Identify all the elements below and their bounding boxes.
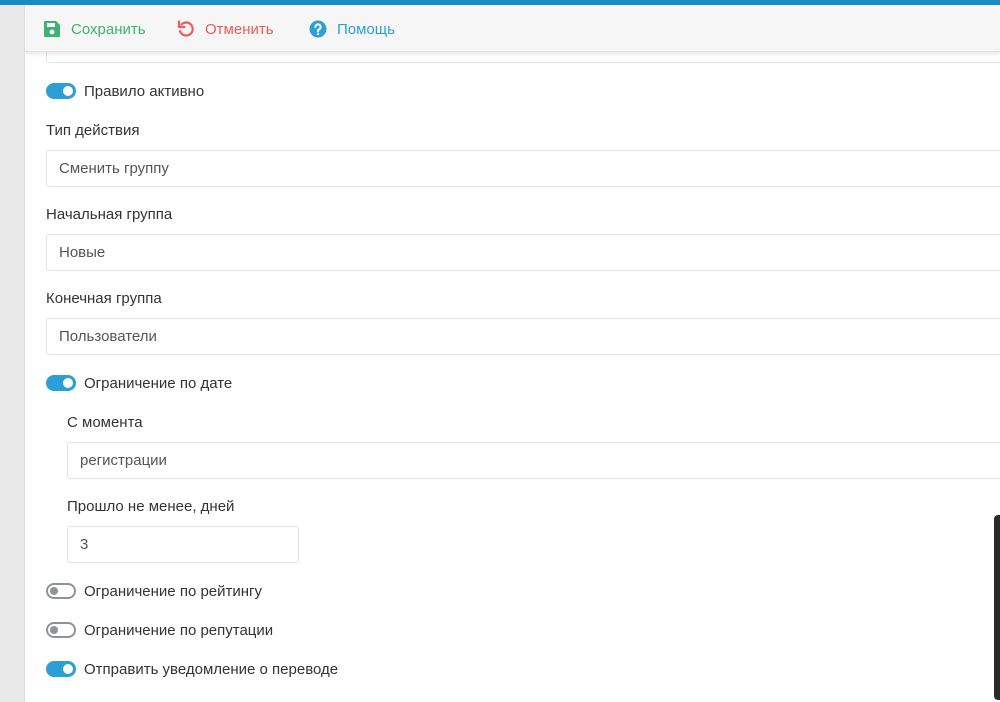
rating-limit-label: Ограничение по рейтингу [84, 582, 263, 600]
rule-edit-panel: Сохранить Отменить Помощь Правило активн… [24, 5, 1000, 702]
question-circle-icon [309, 20, 327, 38]
days-passed-label: Прошло не менее, дней [67, 498, 235, 515]
undo-icon [177, 20, 194, 37]
rule-active-label: Правило активно [84, 82, 205, 100]
save-button[interactable]: Сохранить [43, 17, 146, 41]
left-sidebar-rail [0, 5, 24, 702]
reputation-limit-toggle[interactable] [46, 622, 76, 638]
date-limit-row[interactable]: Ограничение по дате [46, 372, 232, 394]
date-limit-label: Ограничение по дате [84, 374, 233, 392]
action-type-select[interactable]: Сменить группу [46, 150, 1000, 187]
action-type-label: Тип действия [46, 122, 140, 139]
end-group-select[interactable]: Пользователи [46, 318, 1000, 355]
start-group-label: Начальная группа [46, 206, 173, 223]
days-passed-input[interactable]: 3 [67, 526, 299, 563]
start-group-select[interactable]: Новые [46, 234, 1000, 271]
reputation-limit-row[interactable]: Ограничение по репутации [46, 619, 273, 641]
cancel-label: Отменить [205, 20, 274, 38]
toolbar: Сохранить Отменить Помощь [25, 5, 1000, 52]
end-group-label: Конечная группа [46, 290, 162, 307]
save-label: Сохранить [71, 20, 146, 38]
date-limit-toggle[interactable] [46, 375, 76, 391]
since-select[interactable]: регистрации [67, 442, 1000, 479]
rating-limit-row[interactable]: Ограничение по рейтингу [46, 580, 262, 602]
help-label: Помощь [337, 20, 395, 38]
notify-row[interactable]: Отправить уведомление о переводе [46, 658, 338, 680]
rule-active-row[interactable]: Правило активно [46, 80, 204, 102]
reputation-limit-label: Ограничение по репутации [84, 621, 274, 639]
rule-active-toggle[interactable] [46, 83, 76, 99]
notify-toggle[interactable] [46, 661, 76, 677]
scrollbar-handle[interactable] [994, 515, 1000, 700]
help-button[interactable]: Помощь [309, 17, 395, 41]
floppy-disk-icon [44, 21, 60, 37]
notify-label: Отправить уведомление о переводе [84, 660, 339, 678]
cancel-button[interactable]: Отменить [177, 17, 274, 41]
since-label: С момента [67, 414, 143, 431]
rating-limit-toggle[interactable] [46, 583, 76, 599]
